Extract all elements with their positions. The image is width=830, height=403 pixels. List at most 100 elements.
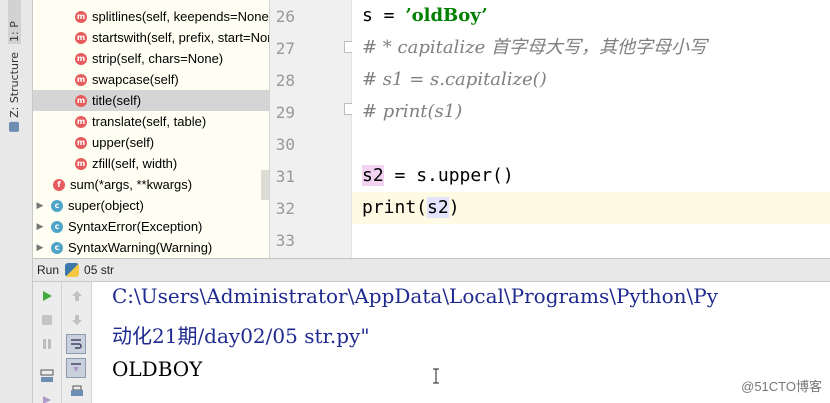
structure-item-label: SyntaxWarning(Warning): [68, 240, 213, 255]
code-line-26: s = ’oldBoy’: [362, 0, 488, 32]
run-panel-header: Run 05 str: [33, 258, 830, 282]
console-command-line-wrap: 动化21期/day02/05 str.py": [112, 324, 370, 348]
print-button[interactable]: [67, 382, 87, 402]
run-toolbar-primary: [33, 282, 62, 403]
method-icon: m: [75, 157, 87, 170]
arrow-down-icon: [72, 315, 82, 325]
play-icon: [43, 291, 52, 301]
structure-tab-label: Z: Structure: [8, 52, 21, 118]
structure-item-label: sum(*args, **kwargs): [70, 177, 193, 192]
watermark: @51CTO博客: [741, 379, 822, 394]
code-editor[interactable]: s = ’oldBoy’ # * capitalize 首字母大写，其他字母小写…: [352, 0, 830, 258]
class-icon: c: [51, 241, 63, 254]
code-text: = s.upper(): [383, 165, 514, 186]
scroll-to-end-icon: [71, 363, 81, 372]
structure-item-label: splitlines(self, keepends=None): [92, 9, 270, 24]
method-icon: m: [75, 73, 87, 86]
structure-item-label: startswith(self, prefix, start=None, end…: [92, 30, 269, 45]
structure-item-label: upper(self): [92, 135, 155, 150]
code-line-31: s2 = s.upper(): [362, 160, 514, 192]
class-icon: c: [51, 220, 63, 233]
structure-item-startswith[interactable]: m startswith(self, prefix, start=None, e…: [33, 27, 269, 48]
structure-item-label: super(object): [68, 198, 144, 213]
pause-button[interactable]: [37, 334, 57, 354]
line-number: 28: [275, 71, 295, 90]
string-literal: ’oldBoy’: [405, 5, 488, 26]
run-console-output[interactable]: C:\Users\Administrator\AppData\Local\Pro…: [92, 282, 830, 403]
text-cursor-icon: [433, 368, 439, 384]
code-text: print(: [362, 197, 428, 218]
structure-item-zfill[interactable]: m zfill(self, width): [33, 153, 269, 174]
console-output-result: OLDBOY: [112, 357, 203, 381]
line-number: 27: [275, 39, 295, 58]
structure-item-title[interactable]: m title(self): [33, 90, 269, 111]
structure-item-label: translate(self, table): [92, 114, 207, 129]
line-number: 31: [275, 167, 295, 186]
scroll-down-button[interactable]: [67, 310, 87, 330]
method-icon: m: [75, 115, 87, 128]
method-icon: m: [75, 136, 87, 149]
structure-icon: [9, 121, 20, 132]
settings-icon: [43, 396, 51, 403]
editor-gutter: 26 27 28 29 30 31 32 33: [270, 0, 356, 258]
structure-item-super[interactable]: ▶ c super(object): [33, 195, 269, 216]
code-text: s =: [362, 5, 406, 26]
comment-text: # s1 = s.capitalize(): [362, 69, 547, 90]
structure-item-upper[interactable]: m upper(self): [33, 132, 269, 153]
highlighted-identifier: s2: [427, 197, 449, 218]
structure-item-syntaxerror[interactable]: ▶ c SyntaxError(Exception): [33, 216, 269, 237]
structure-item-splitlines[interactable]: m splitlines(self, keepends=None): [33, 6, 269, 27]
layout-icon: [40, 369, 54, 382]
line-number: 32: [275, 199, 295, 218]
line-number: 30: [275, 135, 295, 154]
function-icon: f: [53, 178, 65, 191]
expand-arrow-icon[interactable]: ▶: [35, 221, 45, 232]
project-tab-label: 1: P: [8, 21, 21, 42]
python-icon: [65, 263, 80, 277]
expand-arrow-icon[interactable]: ▶: [35, 200, 45, 211]
expand-arrow-icon[interactable]: ▶: [35, 242, 45, 253]
structure-item-syntaxwarning[interactable]: ▶ c SyntaxWarning(Warning): [33, 237, 269, 258]
code-line-27: # * capitalize 首字母大写，其他字母小写: [362, 32, 707, 64]
console-command-line: C:\Users\Administrator\AppData\Local\Pro…: [112, 284, 719, 308]
scroll-to-end-toggle[interactable]: [66, 358, 86, 378]
settings-button[interactable]: [37, 390, 57, 403]
soft-wrap-icon: [71, 339, 82, 349]
code-line-29: # print(s1): [362, 96, 462, 128]
pause-icon: [43, 339, 51, 349]
structure-item-label: swapcase(self): [92, 72, 179, 87]
structure-item-strip[interactable]: m strip(self, chars=None): [33, 48, 269, 69]
method-icon: m: [75, 31, 87, 44]
code-text: ): [448, 197, 460, 218]
structure-item-sum[interactable]: f sum(*args, **kwargs): [33, 174, 269, 195]
code-line-32-current: print(s2): [352, 192, 830, 224]
structure-item-translate[interactable]: m translate(self, table): [33, 111, 269, 132]
bottom-left-stripe: [0, 258, 33, 403]
left-tool-stripe: 1: P Z: Structure: [0, 0, 33, 258]
line-number: 29: [275, 103, 295, 122]
dump-threads-button[interactable]: [37, 366, 57, 386]
structure-panel: m splitlines(self, keepends=None) m star…: [33, 0, 270, 258]
run-tab-label[interactable]: Run: [37, 263, 59, 277]
line-number: 33: [275, 231, 295, 250]
comment-text: # print(s1): [362, 101, 463, 122]
line-number: 26: [275, 7, 295, 26]
arrow-up-icon: [72, 291, 82, 301]
run-toolbar-secondary: [62, 282, 92, 403]
stop-button[interactable]: [37, 310, 57, 330]
printer-icon: [71, 385, 83, 396]
rerun-button[interactable]: [37, 286, 57, 306]
structure-tool-tab[interactable]: Z: Structure: [8, 52, 21, 132]
structure-item-label: title(self): [92, 93, 142, 108]
structure-item-label: zfill(self, width): [92, 156, 178, 171]
stop-icon: [42, 315, 52, 325]
run-config-name[interactable]: 05 str: [84, 263, 114, 277]
code-line-28: # s1 = s.capitalize(): [362, 64, 547, 96]
project-tool-tab[interactable]: 1: P: [8, 0, 21, 44]
method-icon: m: [75, 94, 87, 107]
structure-item-label: strip(self, chars=None): [92, 51, 224, 66]
structure-item-swapcase[interactable]: m swapcase(self): [33, 69, 269, 90]
scroll-up-button[interactable]: [67, 286, 87, 306]
structure-item-label: SyntaxError(Exception): [68, 219, 203, 234]
soft-wrap-toggle[interactable]: [66, 334, 86, 354]
